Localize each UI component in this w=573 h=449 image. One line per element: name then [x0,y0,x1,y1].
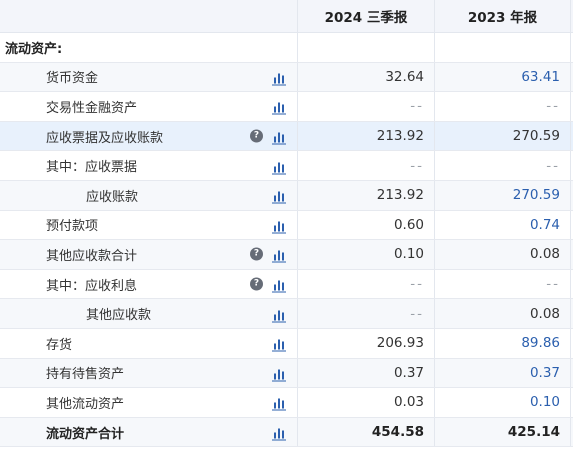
value-2024-q3: -- [410,157,424,174]
value-2024-q3: 206.93 [376,335,424,352]
bar-chart-icon[interactable] [272,366,286,382]
bar-chart-icon[interactable] [272,100,286,115]
table-row: 其他流动资产 0.03 0.10 [0,388,573,418]
value-2024-q3: 213.92 [376,128,424,145]
value-2024-q3: -- [410,305,424,322]
value-2024-q3: 454.58 [371,424,424,441]
table-row: 预付款项 0.60 0.74 [0,210,573,241]
value-2024-q3: -- [410,98,424,115]
question-icon[interactable]: ? [250,129,263,143]
value-2023-annual: -- [546,98,560,115]
table-row: 其他应收款合计 ? 0.10 0.08 [0,240,573,270]
bar-chart-icon[interactable] [272,159,286,175]
row-label: 其中：应收票据 [46,160,138,176]
bar-chart-icon[interactable] [272,218,286,234]
bar-chart-icon[interactable] [272,70,286,86]
row-label: 持有待售资产 [46,367,125,383]
value-2023-annual: 89.86 [521,335,560,352]
value-2023-annual: 0.10 [529,394,560,411]
value-2023-annual: -- [546,157,560,174]
value-2023-annual: 0.74 [529,216,560,233]
row-label: 其他应收款合计 [46,248,138,264]
table-row: 货币资金 32.64 63.41 [0,62,573,93]
bar-chart-icon[interactable] [272,307,286,323]
table-row: 交易性金融资产 -- -- [0,92,573,122]
value-2024-q3: 0.60 [393,216,424,233]
header-blank-cell [0,0,297,32]
bar-chart-icon[interactable] [272,337,286,352]
value-2023-annual: 0.08 [529,305,560,322]
bar-chart-icon[interactable] [272,278,286,293]
table-row: 其中：应收利息 ? -- -- [0,269,573,300]
bar-chart-icon[interactable] [272,130,286,145]
bar-chart-icon[interactable] [272,396,286,411]
section-header-row: 流动资产: [0,33,573,63]
question-icon[interactable]: ? [250,247,263,261]
bar-chart-icon[interactable] [272,248,286,263]
row-label: 其中：应收利息 [46,278,138,294]
question-icon[interactable]: ? [250,277,263,291]
value-2023-annual: 425.14 [507,424,560,441]
row-label: 存货 [46,337,73,353]
row-label: 预付款项 [46,219,99,235]
row-label: 交易性金融资产 [46,100,138,116]
row-label: 应收账款 [86,189,139,205]
value-2024-q3: 0.37 [393,364,424,381]
value-2024-q3: 0.03 [393,394,424,411]
value-2023-annual: -- [546,276,560,293]
column-header-2024-q3[interactable]: 2024 三季报 [297,0,434,32]
table-header: 2024 三季报 2023 年报 [0,0,573,33]
row-label: 其他应收款 [86,308,152,324]
value-2023-annual: 0.37 [529,364,560,381]
row-label: 其他流动资产 [46,396,125,412]
balance-sheet-table: 2024 三季报 2023 年报 流动资产: 货币资金 32.64 63.41 … [0,0,573,448]
value-2024-q3: 32.64 [385,68,424,85]
column-header-2023-annual[interactable]: 2023 年报 [434,0,571,32]
bar-chart-icon[interactable] [272,426,286,441]
value-2023-annual: 270.59 [512,187,560,204]
row-label: 应收票据及应收账款 [46,130,164,146]
bar-chart-icon[interactable] [272,189,286,204]
table-row: 存货 206.93 89.86 [0,328,573,359]
table-row: 其中：应收票据 -- -- [0,151,573,181]
value-2023-annual: 270.59 [512,128,560,145]
row-label: 流动资产合计 [46,426,125,442]
table-row: 持有待售资产 0.37 0.37 [0,358,573,389]
value-2023-annual: 63.41 [521,68,560,85]
table-row-highlighted: 应收票据及应收账款 ? 213.92 270.59 [0,121,573,152]
value-2023-annual: 0.08 [529,246,560,263]
row-label: 货币资金 [46,71,99,87]
value-2024-q3: 213.92 [376,187,424,204]
table-row-total: 流动资产合计 454.58 425.14 [0,417,573,448]
table-row: 应收账款 213.92 270.59 [0,180,573,211]
table-row: 其他应收款 -- 0.08 [0,299,573,329]
section-title: 流动资产: [5,41,63,57]
value-2024-q3: -- [410,276,424,293]
value-2024-q3: 0.10 [393,246,424,263]
